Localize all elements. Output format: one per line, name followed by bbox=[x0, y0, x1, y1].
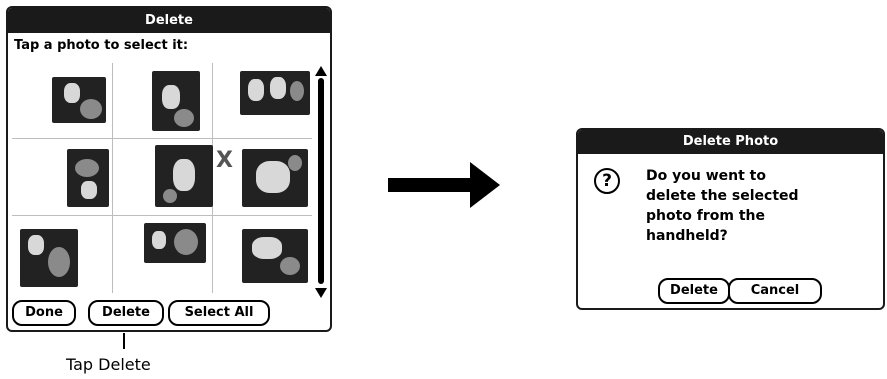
dialog-cancel-button[interactable]: Cancel bbox=[728, 278, 822, 304]
dialog-message-line: delete the selected bbox=[646, 188, 799, 204]
photo-thumbnail[interactable] bbox=[152, 71, 200, 131]
photo-thumbnail[interactable] bbox=[242, 149, 308, 207]
question-icon: ? bbox=[594, 168, 620, 194]
scroll-up-arrow-icon[interactable] bbox=[315, 66, 327, 76]
dialog-title: Delete Photo bbox=[578, 130, 883, 154]
photo-thumbnail[interactable] bbox=[52, 77, 106, 123]
delete-photo-dialog: Delete Photo ? Do you went to delete the… bbox=[576, 128, 885, 310]
photo-thumbnail[interactable] bbox=[242, 229, 308, 283]
selected-mark: X bbox=[216, 148, 233, 173]
photo-delete-screen: Delete Tap a photo to select it: X Done … bbox=[6, 6, 332, 332]
callout-label: Tap Delete bbox=[66, 355, 151, 374]
dialog-message-line: handheld? bbox=[646, 228, 728, 244]
delete-button[interactable]: Delete bbox=[88, 300, 164, 326]
right-arrow-icon bbox=[388, 178, 472, 192]
dialog-message-line: Do you went to bbox=[646, 168, 766, 184]
right-arrow-head-icon bbox=[470, 162, 500, 208]
dialog-delete-button[interactable]: Delete bbox=[658, 278, 730, 304]
photo-thumbnail[interactable] bbox=[67, 149, 109, 207]
done-button[interactable]: Done bbox=[12, 300, 76, 326]
photo-thumbnail-grid bbox=[12, 63, 312, 293]
screen-title: Delete bbox=[8, 8, 330, 33]
scrollbar[interactable] bbox=[314, 66, 330, 298]
grid-divider bbox=[12, 138, 312, 139]
grid-divider bbox=[112, 63, 113, 293]
scroll-thumb[interactable] bbox=[318, 78, 324, 284]
photo-thumbnail[interactable] bbox=[155, 145, 213, 207]
callout-line bbox=[123, 333, 125, 349]
photo-thumbnail[interactable] bbox=[144, 223, 206, 263]
grid-divider bbox=[12, 215, 312, 216]
scroll-down-arrow-icon[interactable] bbox=[315, 288, 327, 298]
select-photo-prompt: Tap a photo to select it: bbox=[14, 38, 189, 53]
photo-thumbnail[interactable] bbox=[20, 229, 78, 287]
dialog-message-line: photo from the bbox=[646, 208, 766, 224]
select-all-button[interactable]: Select All bbox=[168, 300, 270, 326]
photo-thumbnail[interactable] bbox=[240, 71, 310, 115]
